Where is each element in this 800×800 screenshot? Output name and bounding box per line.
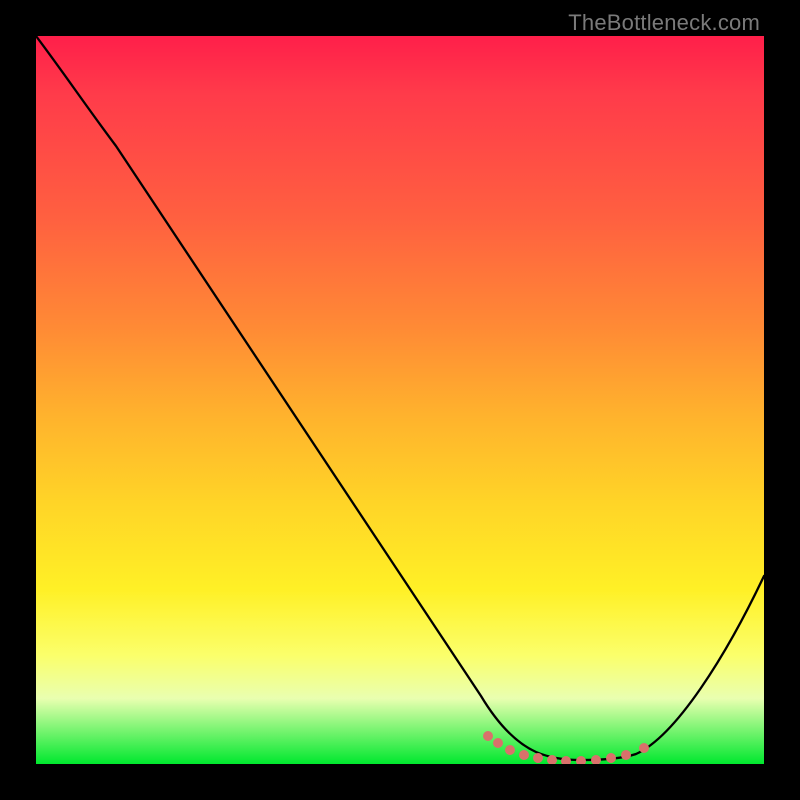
bottleneck-curve xyxy=(36,36,764,760)
marker-dot xyxy=(576,756,586,764)
marker-dot xyxy=(561,756,571,764)
marker-dot xyxy=(493,738,503,748)
plot-area xyxy=(36,36,764,764)
marker-dot xyxy=(591,755,601,764)
marker-dot xyxy=(533,753,543,763)
watermark-label: TheBottleneck.com xyxy=(568,10,760,36)
chart-frame: TheBottleneck.com xyxy=(0,0,800,800)
optimal-range-markers xyxy=(483,731,649,764)
marker-dot xyxy=(639,743,649,753)
chart-svg xyxy=(36,36,764,764)
marker-dot xyxy=(606,753,616,763)
marker-dot xyxy=(483,731,493,741)
marker-dot xyxy=(621,750,631,760)
marker-dot xyxy=(519,750,529,760)
marker-dot xyxy=(505,745,515,755)
